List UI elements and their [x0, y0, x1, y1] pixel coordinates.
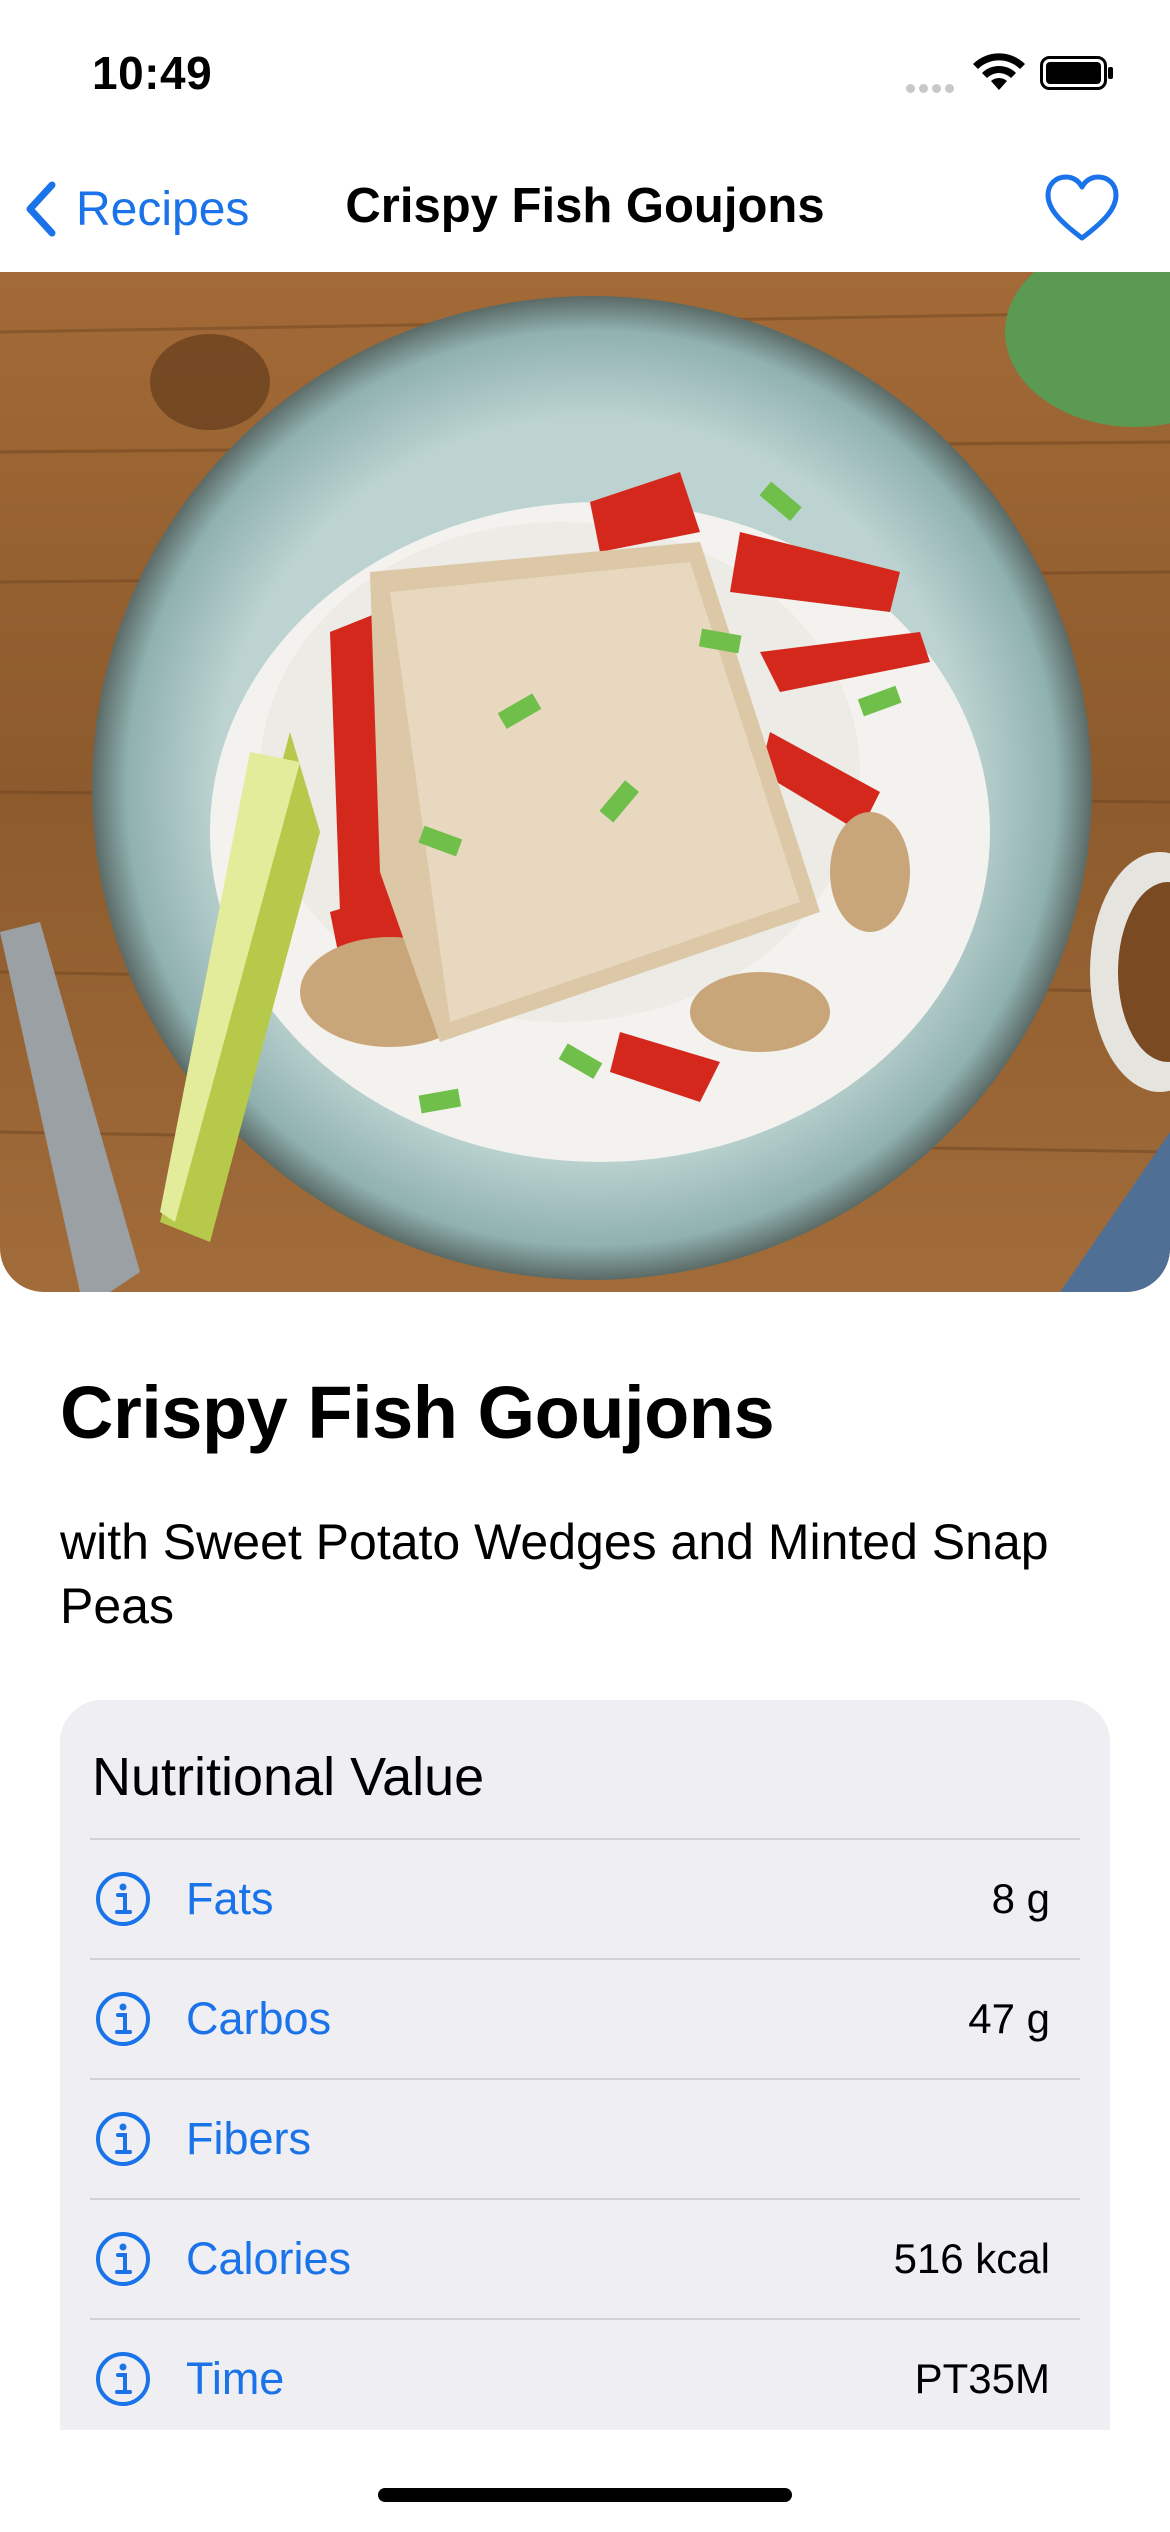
- nutrition-value: PT35M: [914, 2355, 1050, 2402]
- nutrition-list: Fats 8 g Carbos 47 g Fibers Calories 516…: [90, 1838, 1080, 2430]
- info-icon[interactable]: [94, 2350, 152, 2408]
- nutrition-value: 47 g: [968, 1995, 1050, 2042]
- recipe-title: Crispy Fish Goujons: [60, 1371, 775, 1454]
- status-bar: 10:49: [0, 0, 1170, 150]
- nutrition-row-fats[interactable]: Fats 8 g: [90, 1838, 1080, 1958]
- nutrition-card: Nutritional Value Fats 8 g Carbos 47 g F…: [60, 1700, 1110, 2430]
- navigation-bar: Recipes Crispy Fish Goujons: [0, 150, 1170, 270]
- nutrition-row-carbos[interactable]: Carbos 47 g: [90, 1958, 1080, 2078]
- nutrition-value: 516 kcal: [893, 2235, 1050, 2282]
- status-time: 10:49: [92, 47, 213, 99]
- nutrition-row-time[interactable]: Time PT35M: [90, 2318, 1080, 2430]
- info-icon[interactable]: [94, 2110, 152, 2168]
- nutrition-label: Fats: [186, 1873, 274, 1924]
- nutrition-label: Fibers: [186, 2113, 312, 2164]
- nutrition-label: Time: [186, 2353, 285, 2404]
- info-icon[interactable]: [94, 1990, 152, 2048]
- heart-icon[interactable]: [1044, 174, 1120, 244]
- nutrition-row-calories[interactable]: Calories 516 kcal: [90, 2198, 1080, 2318]
- nutrition-label: Carbos: [186, 1993, 332, 2044]
- nutrition-value: 8 g: [991, 1875, 1050, 1922]
- nav-title: Crispy Fish Goujons: [345, 179, 825, 233]
- nutrition-label: Calories: [186, 2233, 352, 2284]
- nutrition-header: Nutritional Value: [92, 1747, 485, 1807]
- info-icon[interactable]: [94, 2230, 152, 2288]
- cellular-signal-icon: [906, 80, 958, 98]
- recipe-hero-image: [0, 272, 1170, 1292]
- battery-icon: [1040, 56, 1113, 90]
- info-icon[interactable]: [94, 1870, 152, 1928]
- home-indicator: [378, 2488, 792, 2502]
- nutrition-row-fibers[interactable]: Fibers: [90, 2078, 1080, 2198]
- recipe-subtitle: with Sweet Potato Wedges and Minted Snap…: [60, 1514, 1049, 1634]
- wifi-icon: [973, 53, 1025, 90]
